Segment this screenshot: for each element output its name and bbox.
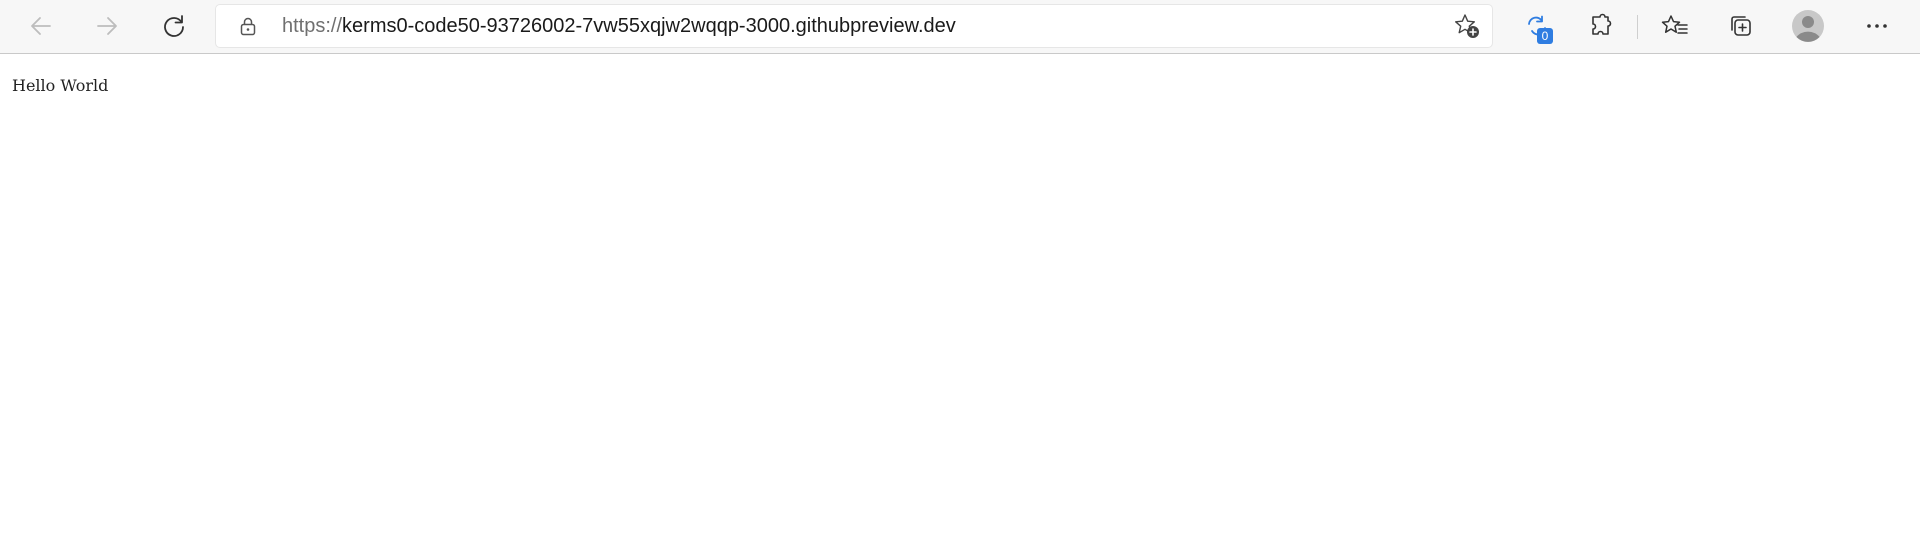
browser-toolbar: https://kerms0-code50-93726002-7vw55xqjw…: [0, 0, 1920, 54]
url-scheme: https://: [282, 15, 343, 37]
extensions-icon: [1592, 13, 1612, 35]
url-text[interactable]: https://kerms0-code50-93726002-7vw55xqjw…: [282, 5, 956, 47]
add-favorite-button[interactable]: [1452, 11, 1482, 41]
extensions-button[interactable]: [1581, 6, 1621, 46]
favorites-button[interactable]: [1655, 6, 1695, 46]
refresh-button[interactable]: [154, 6, 194, 46]
collections-button[interactable]: [1721, 6, 1761, 46]
toolbar-divider: [1637, 15, 1638, 39]
favorites-icon: [1661, 15, 1688, 34]
more-options-button[interactable]: [1857, 6, 1897, 46]
profile-avatar-icon: [1792, 10, 1824, 42]
lock-icon[interactable]: [238, 16, 258, 36]
url-host: kerms0-code50-93726002-7vw55xqjw2wqqp-30…: [342, 15, 956, 37]
refresh-icon: [164, 15, 184, 37]
forward-arrow-icon: [97, 17, 117, 35]
notification-badge: 0: [1537, 28, 1553, 44]
address-bar[interactable]: https://kerms0-code50-93726002-7vw55xqjw…: [216, 5, 1492, 47]
forward-button[interactable]: [87, 6, 127, 46]
refresh-sync-button[interactable]: 0: [1517, 6, 1557, 46]
page-body-text: Hello World: [12, 76, 109, 95]
back-button[interactable]: [21, 6, 61, 46]
more-options-icon: [1867, 24, 1887, 28]
profile-button[interactable]: [1788, 6, 1828, 46]
add-favorite-icon: [1455, 14, 1479, 38]
back-arrow-icon: [31, 17, 51, 35]
collections-icon: [1731, 16, 1751, 36]
